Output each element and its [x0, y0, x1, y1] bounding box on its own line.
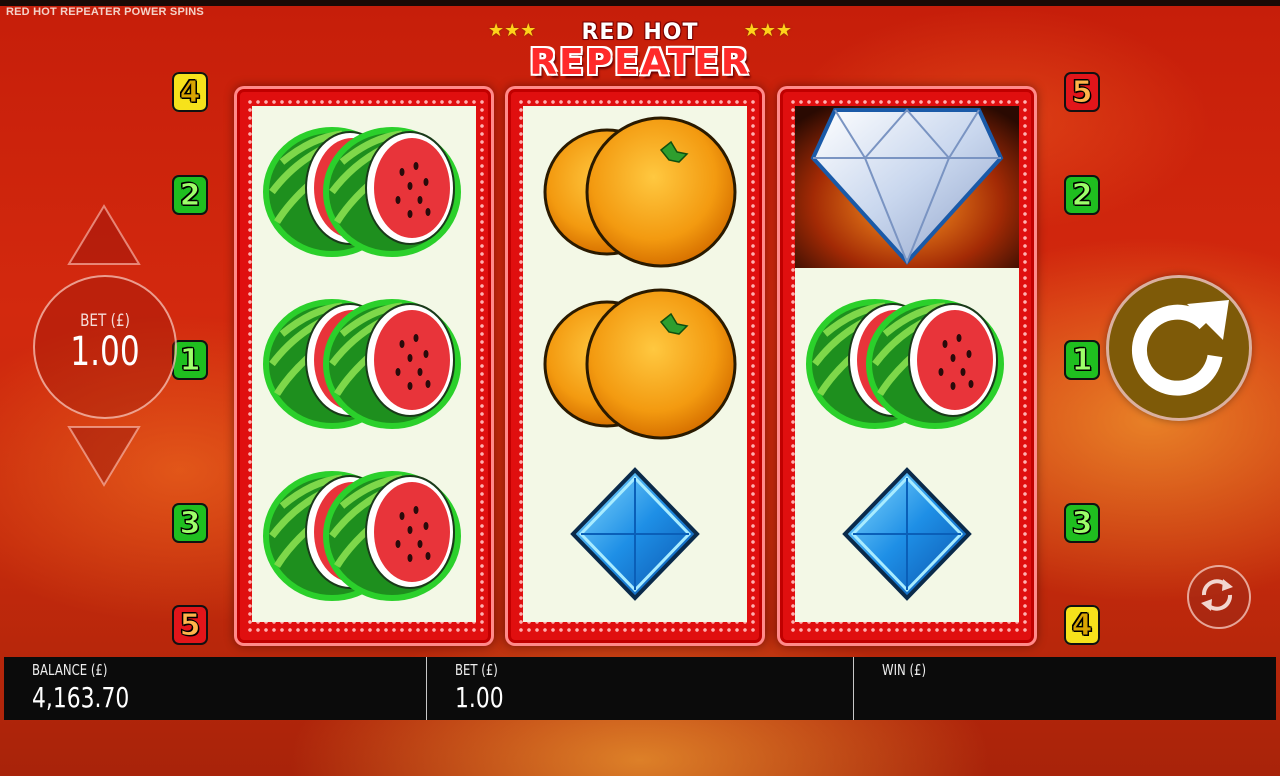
orange-icon	[523, 106, 747, 278]
bet-section: BET (£) 1.00	[426, 657, 854, 720]
triangle-down-icon	[67, 426, 141, 487]
game-logo: ★★★ ★★★ RED HOT REPEATER	[480, 14, 800, 92]
payline-2-right: 2	[1064, 175, 1100, 215]
payline-3-right: 3	[1064, 503, 1100, 543]
payline-5-right: 5	[1064, 72, 1100, 112]
reel-3	[777, 86, 1037, 646]
payline-5-left: 5	[172, 605, 208, 645]
reel-3-window	[795, 106, 1019, 622]
payline-2-left: 2	[172, 175, 208, 215]
blue-diamond-icon	[523, 450, 747, 622]
spin-arrow-icon	[1131, 300, 1229, 396]
bar-bet-label: BET (£)	[455, 661, 498, 679]
autoplay-button[interactable]	[1187, 565, 1251, 629]
bet-value: 1.00	[70, 329, 140, 375]
autoplay-refresh-icon	[1201, 579, 1233, 611]
reel-2-window	[523, 106, 747, 622]
payline-3-left: 3	[172, 503, 208, 543]
watermelon-icon	[252, 106, 476, 278]
blue-diamond-icon	[795, 450, 1019, 622]
payline-1-left: 1	[172, 340, 208, 380]
payline-4-left: 4	[172, 72, 208, 112]
payline-1-right: 1	[1064, 340, 1100, 380]
logo-line-2: REPEATER	[529, 42, 751, 83]
payline-4-right: 4	[1064, 605, 1100, 645]
orange-icon	[523, 278, 747, 450]
watermelon-icon	[795, 278, 1019, 450]
win-section: WIN (£)	[853, 657, 1277, 720]
bar-bet-value: 1.00	[455, 681, 504, 714]
balance-label: BALANCE (£)	[32, 661, 108, 679]
bet-label: BET (£)	[80, 311, 130, 331]
bet-display: BET (£) 1.00	[33, 275, 177, 419]
win-label: WIN (£)	[882, 661, 927, 679]
stars-right: ★★★	[743, 20, 792, 40]
reel-1	[234, 86, 494, 646]
window-title: RED HOT REPEATER POWER SPINS	[6, 6, 204, 18]
stars-left: ★★★	[488, 20, 537, 40]
balance-value: 4,163.70	[32, 681, 130, 714]
bet-decrease-button[interactable]	[67, 425, 141, 487]
bet-increase-button[interactable]	[67, 204, 141, 266]
balance-section: BALANCE (£) 4,163.70	[4, 657, 426, 720]
reel-2	[505, 86, 765, 646]
reel-1-window	[252, 106, 476, 622]
status-bar: BALANCE (£) 4,163.70 BET (£) 1.00 WIN (£…	[4, 657, 1276, 720]
white-diamond-icon	[795, 106, 1019, 268]
watermelon-icon	[252, 450, 476, 622]
spin-button[interactable]	[1106, 275, 1252, 421]
triangle-up-icon	[67, 204, 141, 265]
watermelon-icon	[252, 278, 476, 450]
